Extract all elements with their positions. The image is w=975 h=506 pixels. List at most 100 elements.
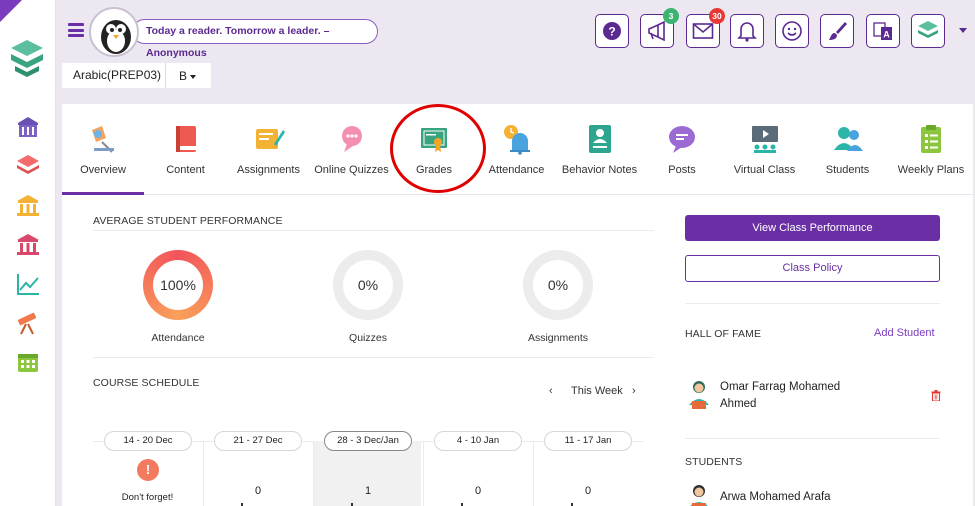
person-note-icon [588, 125, 611, 153]
hall-of-fame-name[interactable]: Omar Farrag Mohamed [720, 379, 840, 396]
tab-label: Virtual Class [733, 164, 796, 176]
week-chip[interactable]: 11 - 17 Jan [544, 431, 632, 451]
tab-behavior-notes[interactable]: Behavior Notes [558, 104, 641, 195]
megaphone-icon [648, 20, 665, 42]
chat-bubble-icon [669, 126, 695, 153]
tab-online-quizzes[interactable]: Online Quizzes [310, 104, 393, 195]
caret-down-icon [190, 74, 197, 79]
daily-quote: Today a reader. Tomorrow a leader. – Ano… [132, 19, 378, 59]
reminder-text: Don't forget! [121, 492, 174, 503]
notifications-button[interactable] [730, 14, 764, 48]
quizzes-value: 0% [343, 260, 393, 310]
week-count: 0 [254, 485, 262, 497]
book-icon [175, 126, 196, 152]
week-count: 1 [364, 485, 372, 497]
paintbrush-icon [829, 22, 847, 40]
smiley-icon [782, 21, 802, 41]
attendance-ring: 100% [143, 250, 213, 320]
tab-label: Assignments [237, 164, 300, 176]
quizzes-label: Quizzes [349, 332, 387, 344]
tab-label: Attendance [488, 164, 545, 176]
tab-label: Students [825, 164, 870, 176]
chevron-down-icon[interactable] [959, 28, 967, 33]
student-avatar-icon [689, 381, 709, 409]
menu-icon[interactable] [68, 23, 84, 37]
app-logo[interactable] [9, 38, 45, 80]
tab-attendance[interactable]: Attendance [475, 104, 558, 195]
main-card: Overview Content Assignments Online Quiz… [62, 104, 973, 506]
chart-line-icon[interactable] [15, 271, 41, 297]
svg-text:?: ? [608, 25, 615, 39]
divider [685, 303, 940, 304]
week-chip[interactable]: 14 - 20 Dec [104, 431, 192, 451]
assignments-ring: 0% [523, 250, 593, 320]
messages-button[interactable]: 30 [686, 8, 725, 48]
account-button[interactable] [911, 14, 945, 48]
week-chip[interactable]: 21 - 27 Dec [214, 431, 302, 451]
hall-of-fame-title: HALL OF FAME [685, 328, 762, 340]
quizzes-ring: 0% [333, 250, 403, 320]
tab-students[interactable]: Students [806, 104, 889, 195]
tab-label: Weekly Plans [897, 164, 965, 176]
tab-label: Overview [80, 164, 126, 176]
attendance-value: 100% [153, 260, 203, 310]
prev-week-button[interactable]: ‹ [549, 385, 553, 397]
student-avatar-icon [690, 485, 708, 506]
divider [685, 438, 940, 439]
help-button[interactable]: ? [595, 14, 629, 48]
announcements-button[interactable]: 3 [640, 8, 679, 48]
penguin-icon [101, 20, 131, 54]
tab-overview[interactable]: Overview [62, 104, 144, 195]
tab-weekly-plans[interactable]: Weekly Plans [889, 104, 973, 195]
corner-accent [0, 0, 22, 22]
students-icon [833, 127, 863, 151]
course-tabs: Overview Content Assignments Online Quiz… [62, 104, 973, 195]
messages-badge: 30 [709, 8, 725, 24]
week-label: This Week [571, 385, 623, 397]
week-chip[interactable]: 4 - 10 Jan [434, 431, 522, 451]
app-logo-icon [918, 21, 938, 38]
section-selector[interactable]: B [165, 63, 211, 88]
tab-posts[interactable]: Posts [641, 104, 723, 195]
layers-icon[interactable] [15, 152, 41, 178]
student-name[interactable]: Arwa Mohamed Arafa [720, 489, 831, 506]
column-divider [423, 441, 424, 506]
tab-virtual-class[interactable]: Virtual Class [723, 104, 806, 195]
institution-icon[interactable] [15, 192, 41, 218]
column-divider [313, 441, 314, 506]
add-student-link[interactable]: Add Student [874, 327, 935, 339]
mood-button[interactable] [775, 14, 809, 48]
next-week-button[interactable]: › [632, 385, 636, 397]
trash-icon[interactable] [931, 390, 941, 401]
view-class-performance-button[interactable]: View Class Performance [685, 215, 940, 241]
language-button[interactable]: A [866, 14, 900, 48]
assignments-value: 0% [533, 260, 583, 310]
theme-button[interactable] [820, 14, 854, 48]
divider [93, 230, 654, 231]
tab-label: Online Quizzes [314, 164, 389, 176]
attendance-label: Attendance [151, 332, 205, 344]
alert-icon: ! [137, 459, 159, 481]
quiz-chat-icon [341, 126, 362, 152]
overview-icon [92, 126, 114, 153]
class-policy-button[interactable]: Class Policy [685, 255, 940, 282]
subject-selector[interactable]: Arabic(PREP03) [62, 63, 165, 88]
announcements-badge: 3 [663, 8, 679, 24]
tab-assignments[interactable]: Assignments [227, 104, 310, 195]
week-chip-current[interactable]: 28 - 3 Dec/Jan [324, 431, 412, 451]
clipboard-icon [921, 125, 941, 153]
svg-text:A: A [883, 30, 890, 40]
bank-icon[interactable] [15, 231, 41, 257]
performance-title: AVERAGE STUDENT PERFORMANCE [93, 215, 283, 227]
tab-content[interactable]: Content [144, 104, 227, 195]
column-divider [203, 441, 204, 506]
bell-icon [737, 22, 757, 42]
school-icon[interactable] [15, 114, 41, 140]
divider [93, 357, 654, 358]
calendar-icon[interactable] [15, 349, 41, 375]
tab-label: Posts [668, 164, 696, 176]
tab-label: Content [166, 164, 205, 176]
tab-label: Behavior Notes [561, 164, 638, 176]
telescope-icon[interactable] [15, 310, 41, 336]
avatar[interactable] [89, 7, 139, 57]
